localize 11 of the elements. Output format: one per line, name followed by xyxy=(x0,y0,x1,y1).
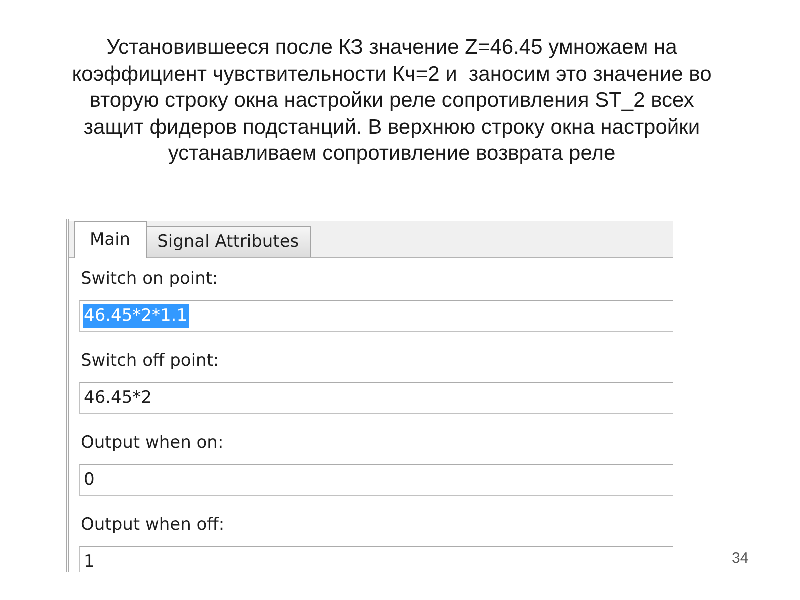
input-field[interactable]: 0 xyxy=(79,464,673,496)
field-label: Switch off point: xyxy=(80,350,220,370)
slide-caption: Установившееся после КЗ значение Z=46.45 умножаем на коэффициент чувствительности Кч=2 и заносим это значение во вторую строку окна настройки реле сопротивления ST_2 всех защит фидеров подстанций. В верхнюю строку окна настройки устанавливаем сопротивление возврата реле xyxy=(71,35,713,167)
tab[interactable]: Main xyxy=(74,220,147,258)
input-field[interactable]: 1 xyxy=(79,546,673,572)
input-field[interactable]: 46.45*2 xyxy=(79,382,673,414)
field-label: Switch on point: xyxy=(80,268,220,288)
page-number: 34 xyxy=(732,550,749,566)
field-label: Output when off: xyxy=(80,514,226,534)
tab[interactable]: Signal Attributes xyxy=(146,226,312,256)
field-label: Output when on: xyxy=(80,432,225,452)
